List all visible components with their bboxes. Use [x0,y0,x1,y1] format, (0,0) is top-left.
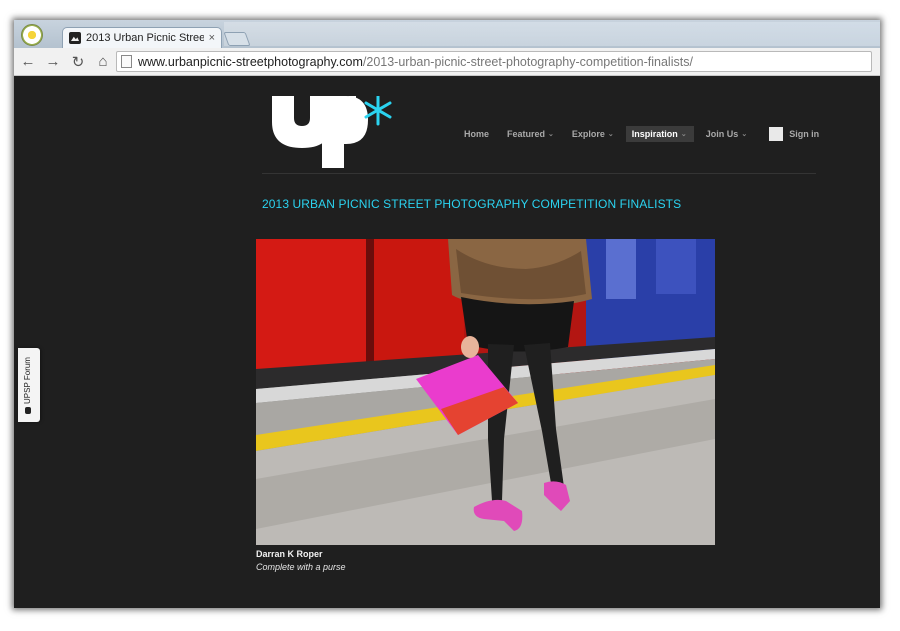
nav-inspiration-label: Inspiration [631,129,678,139]
new-tab-button[interactable] [223,32,251,46]
browser-toolbar: ← → ↻ ⌂ www.urbanpicnic-streetphotograph… [14,48,880,76]
tab-strip: 2013 Urban Picnic Street P × [14,20,880,48]
forum-side-tab-label: UPSP Forum [23,357,32,404]
nav-featured[interactable]: Featured ⌄ [501,126,560,142]
site-favicon-icon [69,32,81,44]
user-avatar-icon [769,127,784,141]
reload-icon[interactable]: ↻ [67,51,89,73]
browser-window: 2013 Urban Picnic Street P × ← → ↻ ⌂ www… [14,20,880,608]
photo-title: Complete with a purse [256,562,346,572]
nav-home-label: Home [464,129,490,139]
page-icon [121,55,132,68]
sign-in-link[interactable]: Sign in [769,127,819,141]
nav-explore-label: Explore [571,129,605,139]
header-divider [262,173,816,174]
url-host: www.urbanpicnic-streetphotography.com [138,54,363,69]
chevron-down-icon: ⌄ [741,131,748,138]
chat-bubble-icon [24,407,31,414]
blurred-background [224,22,880,46]
site-nav: Home Featured ⌄ Explore ⌄ Inspiration ⌄ … [458,126,819,142]
chevron-down-icon: ⌄ [680,131,687,138]
forum-side-tab[interactable]: UPSP Forum [18,348,40,422]
web-page: Home Featured ⌄ Explore ⌄ Inspiration ⌄ … [14,76,880,608]
home-icon[interactable]: ⌂ [92,51,114,73]
nav-explore[interactable]: Explore ⌄ [566,126,620,142]
address-bar[interactable]: www.urbanpicnic-streetphotography.com /2… [116,51,872,72]
back-icon[interactable]: ← [17,51,39,73]
nav-join-us[interactable]: Join Us ⌄ [700,126,753,142]
page-title: 2013 URBAN PICNIC STREET PHOTOGRAPHY COM… [262,197,682,211]
forum-side-tab-content: UPSP Forum [23,357,32,414]
sign-in-label: Sign in [789,129,820,139]
nav-inspiration[interactable]: Inspiration ⌄ [625,126,694,142]
nav-featured-label: Featured [507,129,546,139]
nav-home[interactable]: Home [458,126,495,142]
chevron-down-icon: ⌄ [548,131,554,138]
url-path: /2013-urban-picnic-street-photography-co… [362,54,693,69]
browser-logo-icon [21,24,43,46]
site-logo[interactable] [272,96,392,168]
tab-title: 2013 Urban Picnic Street P [86,32,204,44]
forward-icon[interactable]: → [42,51,64,73]
nav-join-us-label: Join Us [705,129,739,139]
close-tab-icon[interactable]: × [209,32,215,44]
featured-photo[interactable] [256,239,715,545]
chevron-down-icon: ⌄ [607,131,614,138]
photographer-name: Darran K Roper [256,549,323,559]
browser-tab[interactable]: 2013 Urban Picnic Street P × [62,27,222,48]
